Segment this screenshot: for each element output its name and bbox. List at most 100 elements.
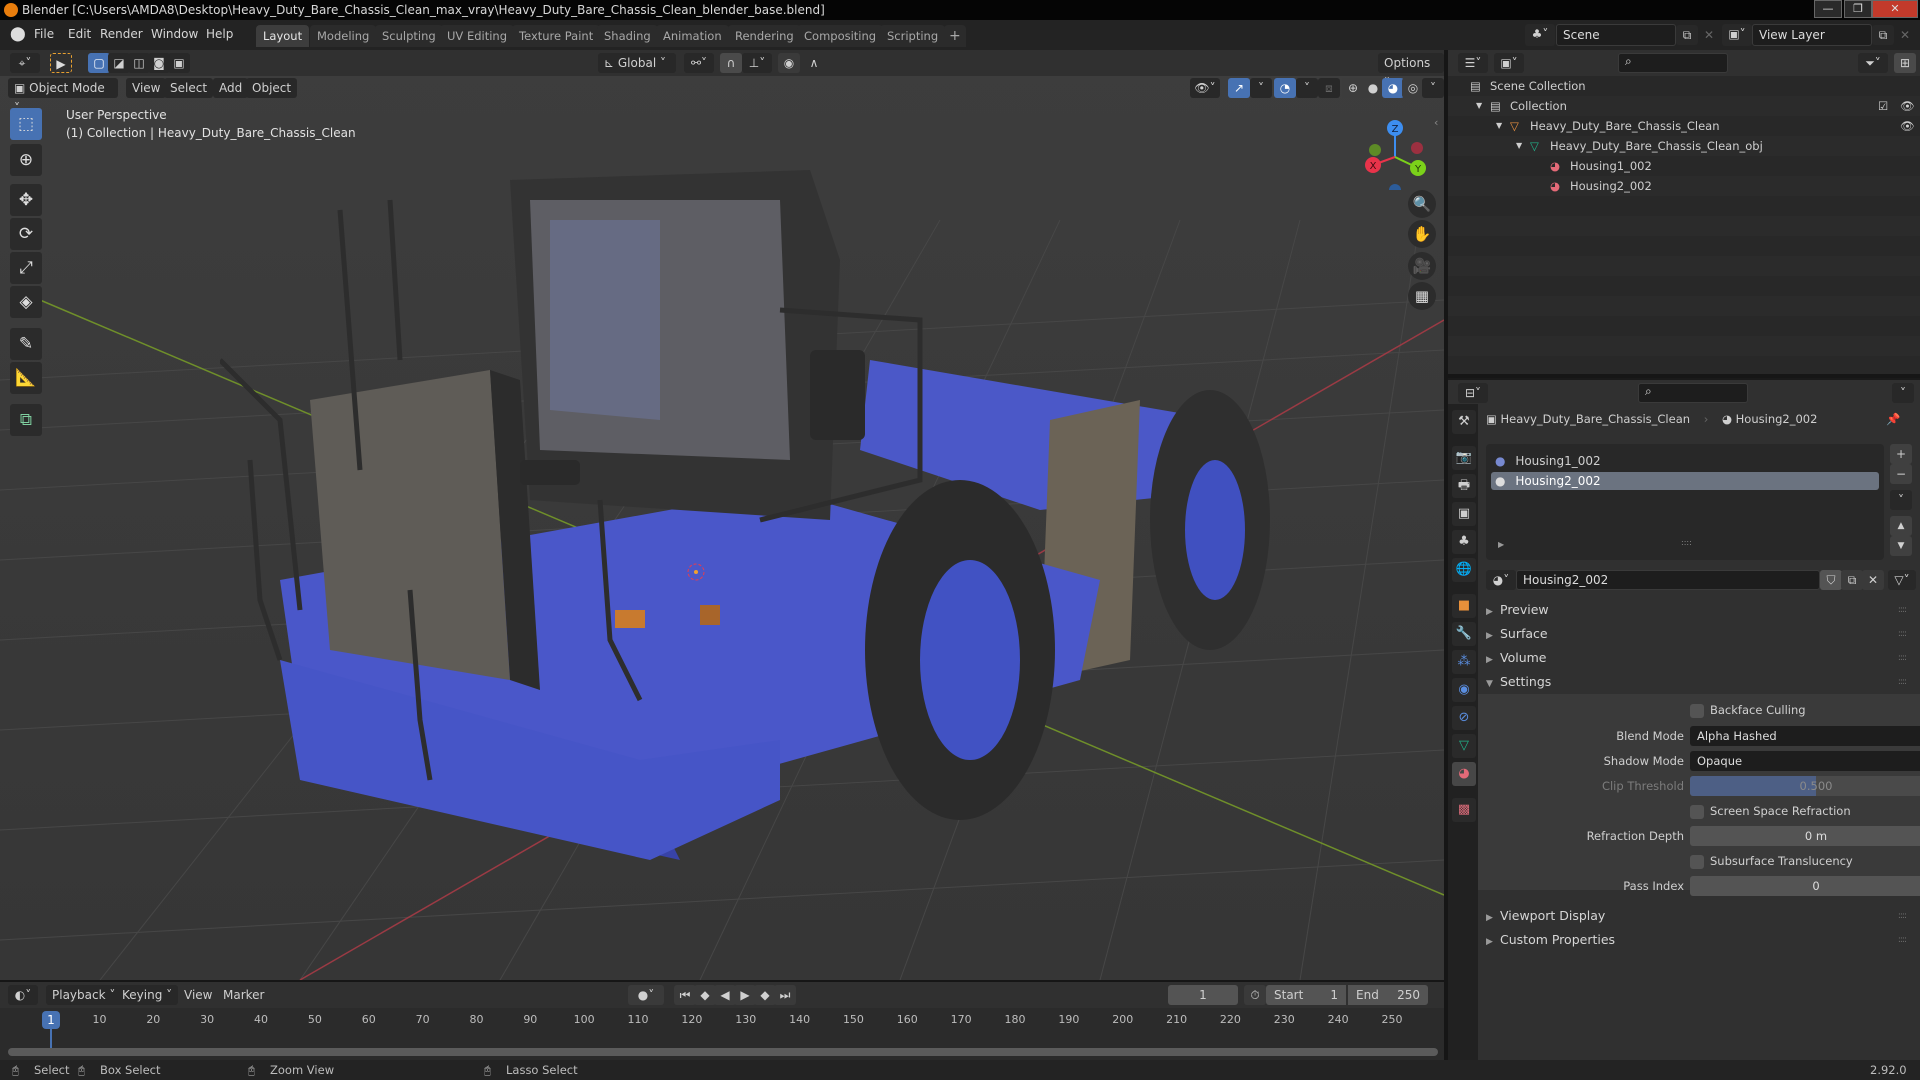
new-collection-icon[interactable]: ⊞ [1894,53,1916,73]
scene-name-field[interactable]: Scene [1556,24,1676,46]
tool-move[interactable]: ✥ [10,184,42,216]
tab-view-layer-icon[interactable]: ▣ [1452,502,1476,526]
outliner-row-object[interactable]: ▼ ▽ Heavy_Duty_Bare_Chassis_Clean 👁 [1448,116,1920,136]
proportional-falloff-icon[interactable]: ∧ [800,53,828,73]
overlays-dropdown-icon[interactable]: ˅ [1296,78,1318,98]
tab-compositing[interactable]: Compositing [797,25,884,47]
blend-mode-dropdown[interactable]: Alpha Hashed˅ [1690,726,1920,746]
view-layer-field[interactable]: View Layer [1752,24,1872,46]
panel-volume[interactable]: ▶ Volume:::: [1486,646,1912,670]
snap-toggle-icon[interactable]: ∩ [720,53,742,73]
snap-target-icon[interactable]: ⊥˅ [742,53,772,73]
shadow-mode-dropdown[interactable]: Opaque˅ [1690,751,1920,771]
timeline-ruler[interactable]: 1 10 20 30 40 50 60 70 80 90 100 110 120 130 140 150 16… [0,1008,1444,1032]
new-scene-icon[interactable]: ⧉ [1676,25,1698,45]
gizmo-dropdown-icon[interactable]: ˅ [1250,78,1272,98]
viewport-menu-select[interactable]: Select [164,78,214,98]
delete-scene-icon[interactable]: ✕ [1698,25,1720,45]
proportional-edit-icon[interactable]: ◉ [778,53,800,73]
tool-annotate[interactable]: ✎ [10,328,42,360]
shading-wireframe-icon[interactable]: ⊕ [1342,78,1364,98]
tab-rendering[interactable]: Rendering [728,25,801,47]
play-icon[interactable]: ▶ [734,985,756,1005]
maximize-button[interactable]: ❐ [1844,0,1872,18]
properties-options-icon[interactable]: ˅ [1892,383,1914,403]
tool-transform[interactable]: ◈ [10,286,42,318]
toggle-ortho-icon[interactable]: ▦ [1408,282,1436,310]
jump-to-end-icon[interactable]: ⏭ [774,985,796,1005]
tab-animation[interactable]: Animation [656,25,729,47]
tab-scene-icon[interactable]: ♣ [1452,530,1476,554]
playhead-frame-label[interactable]: 1 [42,1011,60,1029]
tab-texture-icon[interactable]: ▩ [1452,798,1476,822]
tab-shading[interactable]: Shading [597,25,658,47]
shading-rendered-icon[interactable]: ◎ [1402,78,1424,98]
tab-particles-icon[interactable]: ⁂ [1452,650,1476,674]
zoom-view-icon[interactable]: 🔍 [1408,190,1436,218]
transform-orientation-dropdown[interactable]: ⊾ Global ˅ [598,53,676,73]
tab-texture-paint[interactable]: Texture Paint [512,25,601,47]
keying-menu[interactable]: Keying ˅ [116,985,179,1005]
select-mode-new-icon[interactable]: ▢ [88,53,110,73]
tool-rotate[interactable]: ⟳ [10,218,42,250]
tab-physics-icon[interactable]: ◉ [1452,678,1476,702]
expand-arrow-icon[interactable]: ▼ [1516,136,1522,156]
delete-view-layer-icon[interactable]: ✕ [1894,25,1916,45]
pan-view-icon[interactable]: ✋ [1408,220,1436,248]
tab-output-icon[interactable]: 🖶 [1452,474,1476,498]
material-slot-item-selected[interactable]: ● Housing2_002 [1491,472,1879,490]
start-frame-field[interactable]: Start 1 [1266,985,1346,1005]
sidebar-toggle-icon[interactable]: ‹ [1434,116,1444,136]
material-name-field[interactable]: Housing2_002 [1516,570,1820,590]
filter-icon[interactable]: ⏷˅ [1858,53,1888,73]
timeline-marker-menu[interactable]: Marker [223,988,264,1002]
playback-menu[interactable]: Playback ˅ [46,985,122,1005]
expand-arrow-icon[interactable]: ▼ [1496,116,1502,136]
outliner-row-mesh[interactable]: ▼ ▽ Heavy_Duty_Bare_Chassis_Clean_obj [1448,136,1920,156]
refraction-depth-field[interactable]: 0 m [1690,826,1920,846]
tab-constraints-icon[interactable]: ⊘ [1452,706,1476,730]
tab-world-icon[interactable]: 🌐 [1452,558,1476,582]
tab-object-icon[interactable]: ■ [1452,594,1476,618]
use-preview-range-icon[interactable]: ⏱ [1244,985,1266,1005]
add-slot-button[interactable]: + [1890,444,1912,464]
shading-solid-icon[interactable]: ● [1362,78,1384,98]
clip-threshold-slider[interactable]: 0.500 [1690,776,1920,796]
auto-keying-icon[interactable]: ●˅ [628,985,664,1005]
backface-culling-checkbox[interactable] [1690,704,1704,718]
panel-custom-properties[interactable]: ▶ Custom Properties:::: [1486,928,1912,952]
display-mode-icon[interactable]: ▣˅ [1494,53,1524,73]
current-frame-field[interactable]: 1 [1168,985,1238,1005]
properties-editor-type-icon[interactable]: ⊟˅ [1458,383,1488,403]
add-workspace-button[interactable]: + [944,25,966,47]
tool-cursor[interactable]: ⊕ [10,144,42,176]
material-link-dropdown[interactable]: ▽˅ [1888,570,1916,590]
material-slot-item[interactable]: ● Housing1_002 [1491,452,1879,470]
tab-tool-icon[interactable]: ⚒ [1452,410,1476,434]
pivot-point-icon[interactable]: ⚯˅ [684,53,714,73]
remove-slot-button[interactable]: − [1890,464,1912,484]
duplicate-material-icon[interactable]: ⧉ [1841,570,1863,590]
screen-space-refraction-checkbox[interactable] [1690,805,1704,819]
navigation-gizmo[interactable]: Z X Y [1360,110,1440,190]
blender-menu-icon[interactable]: ⬤ [10,26,26,42]
pass-index-field[interactable]: 0 [1690,876,1920,896]
menu-file[interactable]: File [34,27,54,41]
tool-measure[interactable]: 📐 [10,362,42,394]
outliner-search-input[interactable]: ⌕ [1618,53,1728,73]
timeline-view-menu[interactable]: View [184,988,212,1002]
panel-surface[interactable]: ▶ Surface:::: [1486,622,1912,646]
timeline-scrollbar[interactable] [8,1048,1438,1056]
tab-data-icon[interactable]: ▽ [1452,734,1476,758]
tab-render-icon[interactable]: 📷 [1452,446,1476,470]
jump-to-prev-keyframe-icon[interactable]: ◆ [694,985,716,1005]
browse-material-icon[interactable]: ◕˅ [1486,570,1516,590]
move-slot-up-button[interactable]: ▲ [1890,516,1912,536]
tab-material-icon[interactable]: ◕ [1452,762,1476,786]
exclude-checkbox[interactable]: ☑ [1878,96,1888,116]
truck-model[interactable] [220,160,1320,960]
tab-layout[interactable]: Layout [256,25,310,47]
shading-material-preview-icon[interactable]: ◕ [1382,78,1404,98]
fake-user-icon[interactable]: ⛉ [1820,570,1842,590]
gizmo-toggle-icon[interactable]: ↗ [1228,78,1250,98]
